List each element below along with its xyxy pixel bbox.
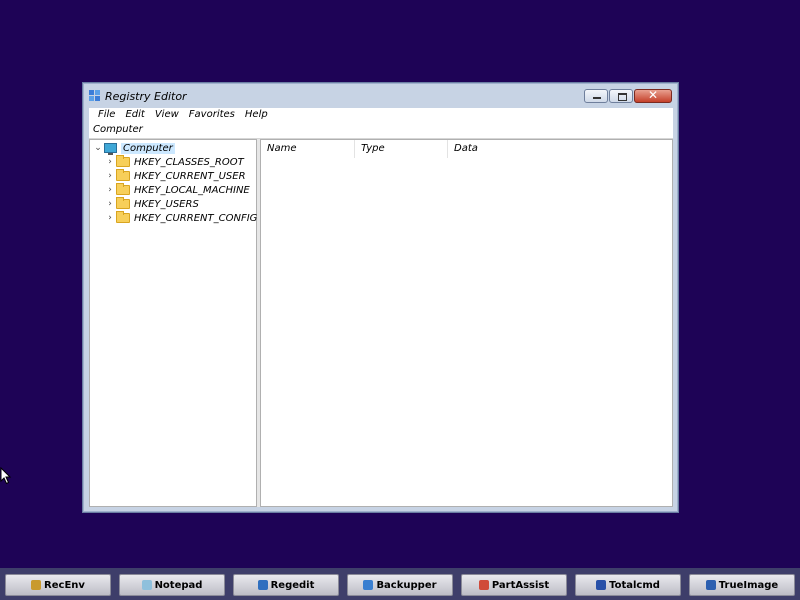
chevron-right-icon[interactable]: ›	[104, 157, 116, 167]
taskbar: RecEnv Notepad Regedit Backupper PartAss…	[0, 568, 800, 600]
tree-item-hkey-current-user[interactable]: › HKEY_CURRENT_USER	[104, 169, 246, 183]
regedit-icon	[89, 90, 100, 101]
menu-file[interactable]: File	[93, 108, 120, 122]
folder-icon	[116, 169, 130, 181]
menu-view[interactable]: View	[150, 108, 184, 122]
window-client-area: File Edit View Favorites Help Computer ⌄…	[89, 108, 673, 507]
chevron-right-icon[interactable]: ›	[104, 185, 116, 195]
tree-item-computer[interactable]: ⌄ Computer	[92, 141, 175, 155]
menu-favorites[interactable]: Favorites	[184, 108, 240, 122]
menu-edit[interactable]: Edit	[120, 108, 149, 122]
tree-item-hkey-local-machine[interactable]: › HKEY_LOCAL_MACHINE	[104, 183, 250, 197]
computer-icon	[104, 143, 117, 155]
column-header-type[interactable]: Type	[355, 140, 448, 158]
folder-icon	[116, 155, 130, 167]
close-button[interactable]: ✕	[634, 88, 672, 103]
list-column-headers: Name Type Data	[261, 140, 672, 158]
taskbar-button-totalcmd[interactable]: Totalcmd	[575, 574, 681, 596]
chevron-down-icon[interactable]: ⌄	[92, 143, 104, 153]
minimize-button[interactable]	[584, 89, 608, 103]
regedit-icon	[257, 580, 268, 590]
tree-item-label: HKEY_USERS	[134, 198, 199, 210]
menu-bar: File Edit View Favorites Help	[89, 108, 673, 122]
tree-item-label: HKEY_LOCAL_MACHINE	[134, 184, 250, 196]
recenv-icon	[31, 580, 42, 590]
taskbar-button-label: Totalcmd	[609, 579, 660, 591]
close-icon: ✕	[647, 88, 659, 102]
tree-item-label: HKEY_CURRENT_CONFIG	[134, 212, 258, 224]
tree-item-hkey-users[interactable]: › HKEY_USERS	[104, 197, 199, 211]
folder-icon	[116, 211, 130, 223]
notepad-icon	[141, 580, 152, 590]
chevron-right-icon[interactable]: ›	[104, 199, 116, 209]
taskbar-button-partassist[interactable]: PartAssist	[461, 574, 567, 596]
taskbar-button-regedit[interactable]: Regedit	[233, 574, 339, 596]
taskbar-button-recenv[interactable]: RecEnv	[5, 574, 111, 596]
tree-item-label: HKEY_CLASSES_ROOT	[134, 156, 244, 168]
totalcmd-icon	[596, 580, 607, 590]
folder-icon	[116, 197, 130, 209]
taskbar-button-trueimage[interactable]: TrueImage	[689, 574, 795, 596]
column-header-data[interactable]: Data	[448, 140, 568, 158]
maximize-icon	[618, 93, 627, 101]
menu-help[interactable]: Help	[240, 108, 273, 122]
taskbar-button-label: PartAssist	[491, 579, 550, 591]
trueimage-icon	[705, 580, 716, 590]
registry-editor-window: Registry Editor ✕ File Edit View Favorit…	[82, 82, 679, 513]
window-title: Registry Editor	[105, 90, 187, 103]
taskbar-button-label: TrueImage	[718, 579, 779, 591]
backupper-icon	[363, 580, 374, 590]
column-header-name[interactable]: Name	[261, 140, 355, 158]
tree-item-label: HKEY_CURRENT_USER	[134, 170, 246, 182]
taskbar-button-label: Backupper	[376, 579, 437, 591]
address-bar[interactable]: Computer	[89, 122, 673, 139]
tree-item-label: Computer	[121, 142, 175, 154]
taskbar-button-backupper[interactable]: Backupper	[347, 574, 453, 596]
key-tree-pane[interactable]: ⌄ Computer › HKEY_CLASSES_ROOT › HKEY_CU…	[89, 139, 257, 507]
values-list-pane[interactable]: Name Type Data	[260, 139, 673, 507]
chevron-right-icon[interactable]: ›	[104, 171, 116, 181]
title-bar[interactable]: Registry Editor ✕	[83, 83, 678, 109]
partassist-icon	[478, 580, 489, 590]
minimize-icon	[593, 97, 601, 99]
taskbar-button-notepad[interactable]: Notepad	[119, 574, 225, 596]
tree-item-hkey-current-config[interactable]: › HKEY_CURRENT_CONFIG	[104, 211, 257, 225]
tree-item-hkey-classes-root[interactable]: › HKEY_CLASSES_ROOT	[104, 155, 244, 169]
maximize-button[interactable]	[609, 89, 633, 103]
chevron-right-icon[interactable]: ›	[104, 213, 116, 223]
taskbar-button-label: Notepad	[154, 579, 203, 591]
main-content: ⌄ Computer › HKEY_CLASSES_ROOT › HKEY_CU…	[89, 139, 673, 507]
mouse-cursor-icon	[0, 467, 12, 485]
taskbar-button-label: Regedit	[270, 579, 315, 591]
folder-icon	[116, 183, 130, 195]
taskbar-button-label: RecEnv	[44, 579, 85, 591]
